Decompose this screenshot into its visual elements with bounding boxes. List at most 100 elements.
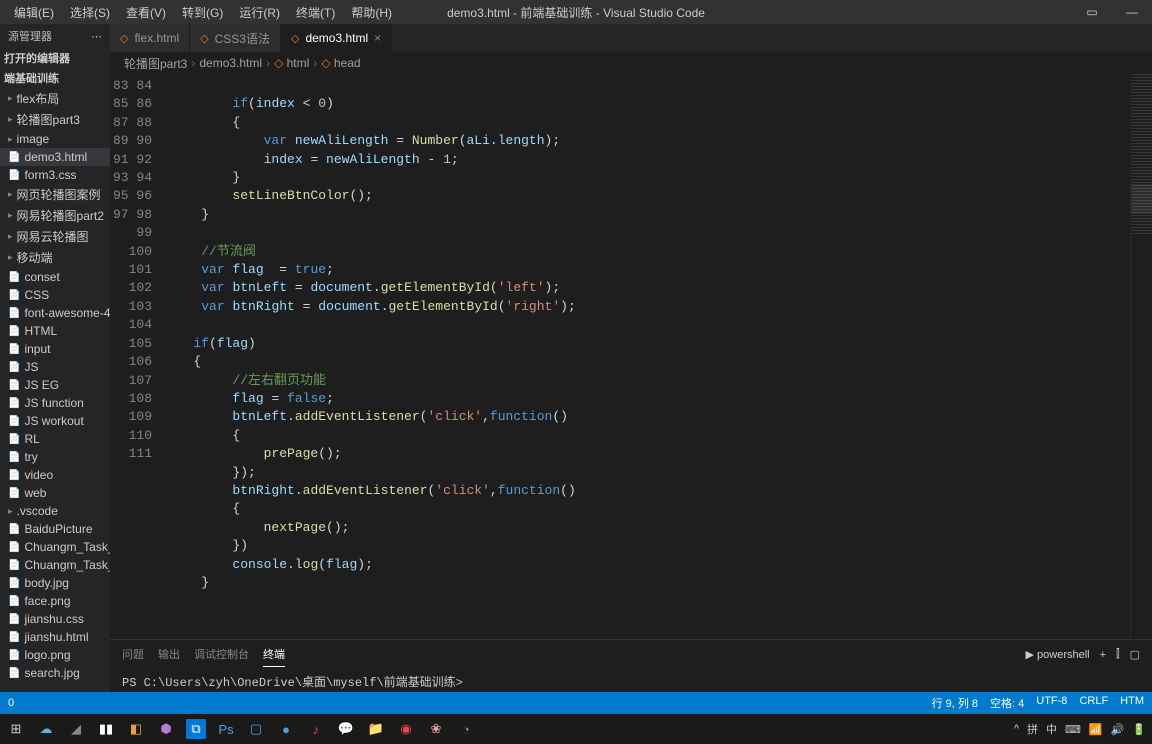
taskbar-app[interactable]: 📁: [366, 719, 386, 739]
tree-item[interactable]: flex布局: [0, 88, 110, 109]
panel-tab[interactable]: 问题: [122, 642, 144, 667]
panel-tab[interactable]: 调试控制台: [194, 642, 249, 667]
tree-item[interactable]: 📄Chuangm_Task_2: [0, 556, 110, 574]
taskbar-app[interactable]: ⧉: [186, 719, 206, 739]
tree-item[interactable]: 轮播图part3: [0, 109, 110, 130]
tree-item[interactable]: 📄JS: [0, 358, 110, 376]
menu-item[interactable]: 运行(R): [231, 2, 288, 23]
taskbar-app[interactable]: ♪: [306, 719, 326, 739]
tray-icon[interactable]: 🔊: [1111, 723, 1125, 736]
tree-item[interactable]: 📄JS function: [0, 394, 110, 412]
taskbar-app[interactable]: ⊞: [6, 719, 26, 739]
tree-item[interactable]: 网页轮播图案例: [0, 184, 110, 205]
taskbar-app[interactable]: ◔: [456, 719, 476, 739]
new-terminal-icon[interactable]: +: [1100, 649, 1106, 661]
root-folder[interactable]: 端基础训练: [0, 68, 110, 88]
explorer-title: 源管理器: [8, 28, 52, 44]
tree-item[interactable]: 网易轮播图part2: [0, 205, 110, 226]
terminal-body[interactable]: PS C:\Users\zyh\OneDrive\桌面\myself\前端基础训…: [110, 669, 1152, 694]
tree-item[interactable]: 📄demo3.html: [0, 148, 110, 166]
breadcrumb-item[interactable]: demo3.html: [199, 56, 262, 70]
tree-item[interactable]: 📄font-awesome-4.7.0: [0, 304, 110, 322]
taskbar-app[interactable]: ◧: [126, 719, 146, 739]
status-bar: 0 行 9, 列 8 空格: 4 UTF-8 CRLF HTM: [0, 692, 1152, 714]
tree-item[interactable]: 📄JS workout: [0, 412, 110, 430]
tree-item[interactable]: 📄RL: [0, 430, 110, 448]
taskbar-app[interactable]: ●: [276, 719, 296, 739]
tree-item[interactable]: 📄form3.css: [0, 166, 110, 184]
code-editor[interactable]: if(index < 0) { var newAliLength = Numbe…: [170, 74, 1130, 639]
status-item[interactable]: 0: [8, 697, 14, 709]
layout-icon[interactable]: ▭: [1072, 0, 1112, 24]
panel-tab[interactable]: 输出: [158, 642, 180, 667]
tray-icon[interactable]: 🔋: [1132, 723, 1146, 736]
tray-icon[interactable]: 拼: [1027, 721, 1038, 737]
menu-item[interactable]: 查看(V): [118, 2, 174, 23]
tree-item[interactable]: 📄input: [0, 340, 110, 358]
editor-tab[interactable]: ◇CSS3语法: [190, 24, 281, 52]
more-icon[interactable]: ⋯: [91, 30, 102, 43]
breadcrumb[interactable]: 轮播图part3›demo3.html›◇ html›◇ head: [110, 52, 1152, 74]
tree-item[interactable]: 📄jianshu.css: [0, 610, 110, 628]
tree-item[interactable]: 📄video: [0, 466, 110, 484]
tree-item[interactable]: 📄search.jpg: [0, 664, 110, 682]
tree-item[interactable]: 📄jianshu.html: [0, 628, 110, 646]
taskbar-app[interactable]: 💬: [336, 719, 356, 739]
tree-item[interactable]: 📄JS EG: [0, 376, 110, 394]
menu-item[interactable]: 编辑(E): [6, 2, 62, 23]
tree-item[interactable]: 📄try: [0, 448, 110, 466]
file-tree: flex布局轮播图part3image📄demo3.html📄form3.css…: [0, 88, 110, 692]
tree-item[interactable]: 📄logo.png: [0, 646, 110, 664]
shell-label[interactable]: ▶ powershell: [1026, 648, 1090, 661]
window-controls: ▭ —: [1072, 0, 1152, 24]
status-item[interactable]: HTM: [1120, 695, 1144, 711]
tree-item[interactable]: .vscode: [0, 502, 110, 520]
open-editors-label[interactable]: 打开的编辑器: [0, 48, 110, 68]
taskbar-app[interactable]: ⬢: [156, 719, 176, 739]
tree-item[interactable]: 📄conset: [0, 268, 110, 286]
taskbar-app[interactable]: ▮▮: [96, 719, 116, 739]
main-menu: 编辑(E)选择(S)查看(V)转到(G)运行(R)终端(T)帮助(H): [6, 2, 400, 23]
breadcrumb-item[interactable]: ◇ html: [274, 56, 309, 70]
menu-item[interactable]: 选择(S): [62, 2, 118, 23]
status-item[interactable]: 行 9, 列 8: [932, 695, 978, 711]
status-item[interactable]: 空格: 4: [990, 695, 1024, 711]
tree-item[interactable]: 📄CSS: [0, 286, 110, 304]
taskbar-app[interactable]: ▢: [246, 719, 266, 739]
tree-item[interactable]: 📄web: [0, 484, 110, 502]
tray-icon[interactable]: ^: [1014, 723, 1019, 735]
tree-item[interactable]: 移动端: [0, 247, 110, 268]
editor-tab[interactable]: ◇flex.html: [110, 24, 190, 52]
tray-icon[interactable]: 中: [1046, 721, 1057, 737]
split-terminal-icon[interactable]: ⫿: [1116, 648, 1120, 661]
breadcrumb-item[interactable]: 轮播图part3: [124, 55, 187, 72]
status-item[interactable]: UTF-8: [1036, 695, 1067, 711]
tree-item[interactable]: 📄BaiduPicture: [0, 520, 110, 538]
menu-item[interactable]: 转到(G): [174, 2, 231, 23]
taskbar-app[interactable]: ☁: [36, 719, 56, 739]
tree-item[interactable]: 网易云轮播图: [0, 226, 110, 247]
tray-icon[interactable]: 📶: [1089, 723, 1103, 736]
breadcrumb-item[interactable]: ◇ head: [321, 56, 360, 70]
tree-item[interactable]: image: [0, 130, 110, 148]
taskbar-app[interactable]: ❀: [426, 719, 446, 739]
panel-tabs: 问题输出调试控制台终端: [122, 642, 285, 667]
taskbar-app[interactable]: ◢: [66, 719, 86, 739]
menu-item[interactable]: 终端(T): [288, 2, 343, 23]
taskbar-app[interactable]: Ps: [216, 719, 236, 739]
tree-item[interactable]: 📄Chuangm_Task_1: [0, 538, 110, 556]
status-item[interactable]: CRLF: [1079, 695, 1108, 711]
minimap[interactable]: [1130, 74, 1152, 639]
line-gutter: 83 84 85 86 87 88 89 90 91 92 93 94 95 9…: [110, 74, 170, 639]
close-tab-icon[interactable]: ×: [374, 31, 381, 45]
tree-item[interactable]: 📄body.jpg: [0, 574, 110, 592]
minimize-button[interactable]: —: [1112, 0, 1152, 24]
editor-tab[interactable]: ◇demo3.html×: [281, 24, 392, 52]
tree-item[interactable]: 📄face.png: [0, 592, 110, 610]
maximize-panel-icon[interactable]: ▢: [1130, 648, 1140, 661]
panel-tab[interactable]: 终端: [263, 642, 285, 667]
tree-item[interactable]: 📄HTML: [0, 322, 110, 340]
tray-icon[interactable]: ⌨: [1065, 723, 1081, 736]
taskbar-app[interactable]: ◉: [396, 719, 416, 739]
menu-item[interactable]: 帮助(H): [343, 2, 400, 23]
